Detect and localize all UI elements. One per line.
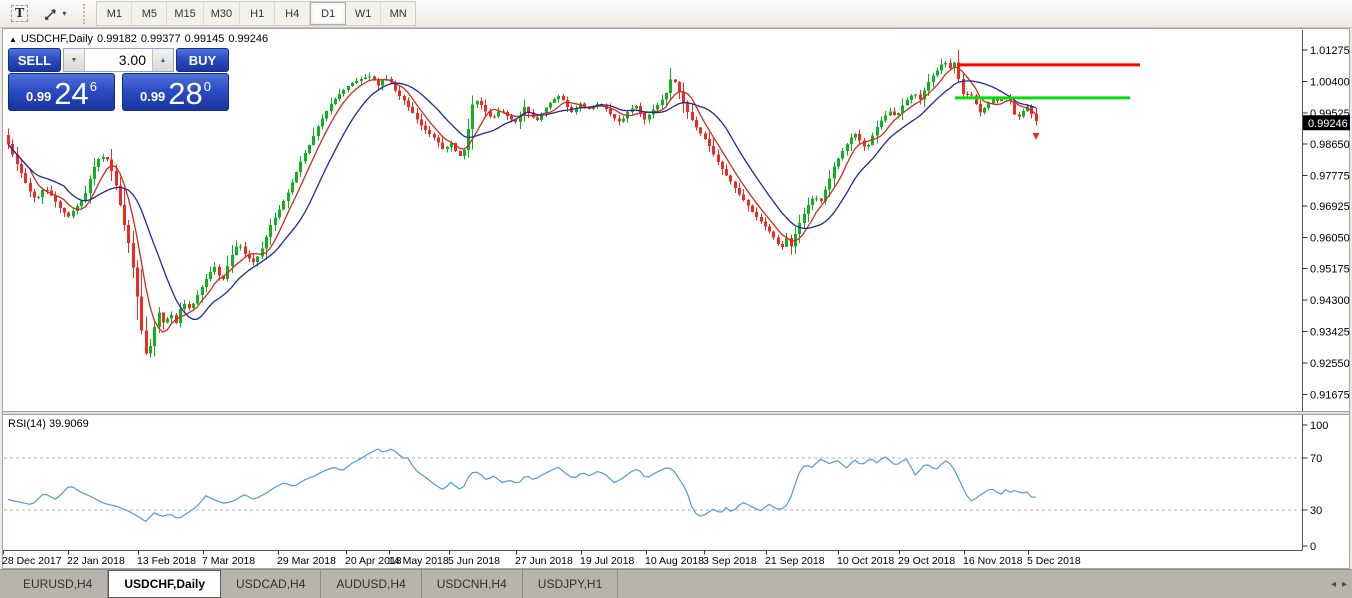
price-axis-label: 0.95175 <box>1310 264 1350 276</box>
buy-price-big-digits: 28 <box>168 81 202 107</box>
ohlc-open: 0.99182 <box>97 33 137 45</box>
chart-tab-eurusd-h4[interactable]: EURUSD,H4 <box>8 570 108 598</box>
chart-tab-usdcad-h4[interactable]: USDCAD,H4 <box>221 570 321 598</box>
one-click-trading-panel: SELL ▼ 3.00 ▲ BUY 0.99 24 6 0.99 28 0 <box>8 48 229 111</box>
volume-input[interactable]: 3.00 <box>85 49 152 71</box>
ohlc-high: 0.99377 <box>141 33 181 45</box>
rsi-axis: 100 70 30 0 <box>4 420 1328 553</box>
chart-tab-usdchf-daily[interactable]: USDCHF,Daily <box>108 570 221 598</box>
price-axis-label: 1.01275 <box>1310 45 1350 57</box>
date-axis-label: 28 Dec 2017 <box>2 555 62 567</box>
timeframe-button-mn[interactable]: MN <box>381 2 415 25</box>
svg-text:0.99246: 0.99246 <box>1308 118 1348 130</box>
rsi-indicator-label: RSI(14) 39.9069 <box>8 418 89 430</box>
text-tool-button[interactable]: T <box>4 3 35 25</box>
rsi-axis-label: 30 <box>1310 505 1322 517</box>
sell-price-big-digits: 24 <box>54 81 88 107</box>
date-axis-label: 10 Aug 2018 <box>645 555 704 567</box>
chart-tab-usdjpy-h1[interactable]: USDJPY,H1 <box>523 570 618 598</box>
date-axis-label: 19 Jul 2018 <box>580 555 634 567</box>
date-axis-label: 7 Mar 2018 <box>202 555 255 567</box>
toolbar-grip[interactable] <box>83 4 90 24</box>
chart-header: ▲ USDCHF,Daily 0.99182 0.99377 0.99145 0… <box>9 33 268 45</box>
date-axis-label: 16 Nov 2018 <box>963 555 1023 567</box>
chart-tab-usdcnh-h4[interactable]: USDCNH,H4 <box>422 570 523 598</box>
sell-price-prefix: 0.99 <box>26 89 51 104</box>
price-axis-label: 0.96925 <box>1310 201 1350 213</box>
ohlc-low: 0.99145 <box>185 33 225 45</box>
sell-button[interactable]: SELL <box>8 48 61 72</box>
collapse-icon[interactable]: ▲ <box>9 35 17 44</box>
price-axis-label: 0.94300 <box>1310 295 1350 307</box>
ohlc-close: 0.99246 <box>228 33 268 45</box>
timeframe-button-h1[interactable]: H1 <box>240 2 275 25</box>
price-axis-label: 0.93425 <box>1310 327 1350 339</box>
timeframe-button-m5[interactable]: M5 <box>132 2 167 25</box>
rsi-axis-label: 70 <box>1310 453 1322 465</box>
price-axis-label: 0.96050 <box>1310 232 1350 244</box>
current-price-badge: 0.99246 <box>1303 115 1350 130</box>
timeframe-button-m15[interactable]: M15 <box>167 2 203 25</box>
text-tool-icon: T <box>11 5 28 22</box>
price-axis-label: 1.00400 <box>1310 76 1350 88</box>
chart-tab-bar: EURUSD,H4USDCHF,DailyUSDCAD,H4AUDUSD,H4U… <box>0 569 1352 598</box>
date-axis: 28 Dec 2017 22 Jan 2018 13 Feb 2018 7 Mar 2… <box>2 551 1081 568</box>
symbol-period-label: USDCHF,Daily <box>21 33 93 45</box>
sell-price-button[interactable]: 0.99 24 6 <box>8 73 115 111</box>
price-axis-label: 0.91675 <box>1310 389 1350 401</box>
price-axis-label: 0.98650 <box>1310 139 1350 151</box>
buy-price-prefix: 0.99 <box>140 89 165 104</box>
volume-increase-button[interactable]: ▲ <box>152 49 173 71</box>
volume-decrease-button[interactable]: ▼ <box>64 49 85 71</box>
price-axis: 1.012751.004000.995250.986500.977750.969… <box>1303 45 1350 401</box>
sell-arrow-marker <box>1033 133 1040 140</box>
arrows-tool-button[interactable]: ▾ <box>37 3 73 25</box>
timeframe-button-m30[interactable]: M30 <box>204 2 240 25</box>
date-axis-label: 3 Sep 2018 <box>703 555 757 567</box>
diagonal-arrows-icon <box>44 7 59 21</box>
price-axis-label: 0.97775 <box>1310 171 1350 183</box>
rsi-axis-label: 100 <box>1310 420 1328 432</box>
tab-scroll-buttons: ◂ ▸ <box>1331 570 1347 598</box>
rsi-line <box>8 449 1036 521</box>
date-axis-label: 22 Jan 2018 <box>67 555 125 567</box>
date-axis-label: 27 Jun 2018 <box>515 555 573 567</box>
mt4-terminal: T ▾ M1M5M15M30H1H4D1W1MN 1.01275 1.00400 0… <box>0 0 1352 598</box>
date-axis-label: 13 Feb 2018 <box>137 555 196 567</box>
sell-price-pip-digit: 6 <box>90 79 97 94</box>
timeframe-button-d1[interactable]: D1 <box>310 2 346 25</box>
price-axis-label: 0.92550 <box>1310 358 1350 370</box>
timeframe-toolbar: M1M5M15M30H1H4D1W1MN <box>96 1 416 26</box>
volume-spinner: ▼ 3.00 ▲ <box>63 48 174 72</box>
buy-button[interactable]: BUY <box>176 48 229 72</box>
timeframe-button-h4[interactable]: H4 <box>275 2 310 25</box>
rsi-axis-label: 0 <box>1310 541 1316 553</box>
timeframe-button-m1[interactable]: M1 <box>97 2 132 25</box>
date-axis-label: 5 Jun 2018 <box>448 555 500 567</box>
dropdown-caret-icon: ▾ <box>62 9 66 18</box>
date-axis-label: 21 Sep 2018 <box>765 555 825 567</box>
date-axis-label: 29 Oct 2018 <box>898 555 955 567</box>
date-axis-label: 14 May 2018 <box>388 555 449 567</box>
tab-scroll-left-icon[interactable]: ◂ <box>1331 579 1336 590</box>
date-axis-label: 29 Mar 2018 <box>277 555 336 567</box>
date-axis-label: 10 Oct 2018 <box>837 555 894 567</box>
buy-price-pip-digit: 0 <box>204 79 211 94</box>
top-toolbar: T ▾ M1M5M15M30H1H4D1W1MN <box>0 0 1352 28</box>
tab-scroll-right-icon[interactable]: ▸ <box>1342 579 1347 590</box>
chart-tab-audusd-h4[interactable]: AUDUSD,H4 <box>321 570 421 598</box>
timeframe-button-w1[interactable]: W1 <box>346 2 381 25</box>
date-axis-label: 5 Dec 2018 <box>1027 555 1081 567</box>
buy-price-button[interactable]: 0.99 28 0 <box>122 73 229 111</box>
